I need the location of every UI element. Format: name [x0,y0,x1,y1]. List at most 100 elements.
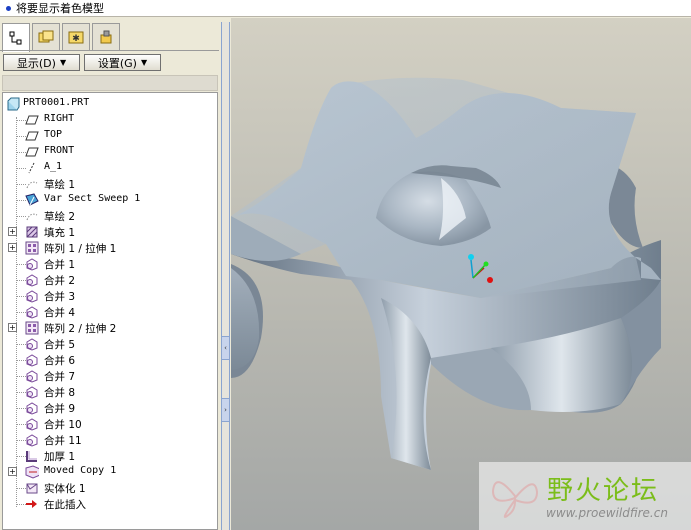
tree-item[interactable]: 实体化 1 [3,480,217,496]
tree-item[interactable]: 合并 1 [3,256,217,272]
tree-item[interactable]: 合并 3 [3,288,217,304]
tree-item[interactable]: 合并 5 [3,336,217,352]
tree-item-label: 合并 10 [44,419,82,431]
merge-icon [25,257,39,271]
tree-item-label: RIGHT [44,113,75,124]
datum-plane-icon [25,129,39,143]
pattern-icon [25,321,39,335]
show-menu-button[interactable]: 显示(D) ▼ [3,54,80,71]
tree-item-label: Var Sect Sweep 1 [44,193,141,204]
tree-item-label: 合并 8 [44,387,76,399]
tab-connections[interactable] [92,23,120,50]
tree-item[interactable]: + 阵列 2 / 拉伸 2 [3,320,217,336]
merge-icon [25,433,39,447]
tree-item[interactable]: TOP [3,128,217,144]
tree-item[interactable]: 草绘 2 [3,208,217,224]
tree-item[interactable]: A_1 [3,160,217,176]
navigator-tabs: ✱ [2,23,122,52]
merge-icon [25,337,39,351]
bullet-icon [6,5,11,11]
tree-item[interactable]: 合并 4 [3,304,217,320]
solidify-icon [25,481,39,495]
tree-item[interactable]: 合并 8 [3,384,217,400]
sketch-icon [25,177,39,191]
tree-item-label: 加厚 1 [44,451,76,463]
tree-item-label: 合并 2 [44,275,76,287]
shaded-star-model [231,77,661,470]
moved-copy-icon [25,465,39,479]
chevron-down-icon: ▼ [59,58,67,67]
tab-favorites[interactable]: ✱ [62,23,90,50]
merge-icon [25,417,39,431]
butterfly-logo-icon [491,481,539,518]
tree-item-label: 阵列 2 / 拉伸 2 [44,323,117,335]
tree-item[interactable]: RIGHT [3,112,217,128]
tree-item-label: 合并 6 [44,355,76,367]
tree-item-label: 草绘 2 [44,211,76,223]
tree-item-label: 在此插入 [44,499,86,511]
tree-item-label: Moved Copy 1 [44,465,117,476]
thicken-icon [25,449,39,463]
graphics-window[interactable] [231,18,691,530]
tree-item-label: 合并 3 [44,291,76,303]
folder-browser-icon [38,30,54,43]
datum-plane-icon [25,113,39,127]
tree-item[interactable]: 草绘 1 [3,176,217,192]
status-message: 将要显示着色模型 [16,2,104,15]
insert-here-icon [25,497,39,511]
tree-header-strip [2,75,218,91]
tree-item[interactable]: 在此插入 [3,496,217,512]
chevron-down-icon: ▼ [140,58,148,67]
tree-item[interactable]: + 阵列 1 / 拉伸 1 [3,240,217,256]
tree-item[interactable]: FRONT [3,144,217,160]
show-menu-label: 显示(D) [16,56,56,70]
model-tree-icon [9,31,22,45]
expand-icon[interactable]: + [8,467,17,476]
datum-axis-icon [25,161,39,175]
merge-icon [25,305,39,319]
tree-item-label: 合并 1 [44,259,76,271]
message-bar: 将要显示着色模型 [0,0,691,17]
navigator-panel: ✱ 显示(D) ▼ 设置(G) ▼ PRT0001.PRT RIGHT TOP FRO… [0,18,219,530]
merge-icon [25,273,39,287]
merge-icon [25,353,39,367]
expand-icon[interactable]: + [8,227,17,236]
favorites-icon: ✱ [68,31,84,44]
svg-text:✱: ✱ [72,34,80,44]
tree-item[interactable]: 合并 7 [3,368,217,384]
tree-item-label: 合并 5 [44,339,76,351]
tree-item[interactable]: + Moved Copy 1 [3,464,217,480]
expand-right-handle[interactable]: › [221,398,230,422]
tree-item-label: 合并 9 [44,403,76,415]
tree-item[interactable]: PRT0001.PRT [3,96,217,112]
tree-item-label: 阵列 1 / 拉伸 1 [44,243,117,255]
tree-item[interactable]: 合并 11 [3,432,217,448]
tree-item[interactable]: 合并 10 [3,416,217,432]
expand-icon[interactable]: + [8,323,17,332]
tree-item[interactable]: 合并 9 [3,400,217,416]
merge-icon [25,401,39,415]
settings-menu-button[interactable]: 设置(G) ▼ [84,54,161,71]
tab-model-tree[interactable] [2,23,30,52]
tree-item[interactable]: Var Sect Sweep 1 [3,192,217,208]
tree-item-label: TOP [44,129,63,140]
sweep-icon [25,193,39,207]
watermark-title: 野火论坛 [547,476,660,506]
part-icon [6,97,20,111]
tree-item[interactable]: 加厚 1 [3,448,217,464]
tree-toolbar: 显示(D) ▼ 设置(G) ▼ [3,54,165,71]
pattern-icon [25,241,39,255]
tree-item[interactable]: 合并 2 [3,272,217,288]
tab-folder-browser[interactable] [32,23,60,50]
tree-item[interactable]: + 填充 1 [3,224,217,240]
merge-icon [25,369,39,383]
collapse-left-handle[interactable]: ‹ [221,336,230,360]
tree-item-label: 合并 7 [44,371,76,383]
tree-item-label: 合并 4 [44,307,76,319]
tree-item[interactable]: 合并 6 [3,352,217,368]
connections-icon [100,30,112,44]
tree-item-label: 实体化 1 [44,483,86,495]
tree-item-label: PRT0001.PRT [23,97,90,108]
panel-splitter[interactable] [221,22,230,530]
expand-icon[interactable]: + [8,243,17,252]
